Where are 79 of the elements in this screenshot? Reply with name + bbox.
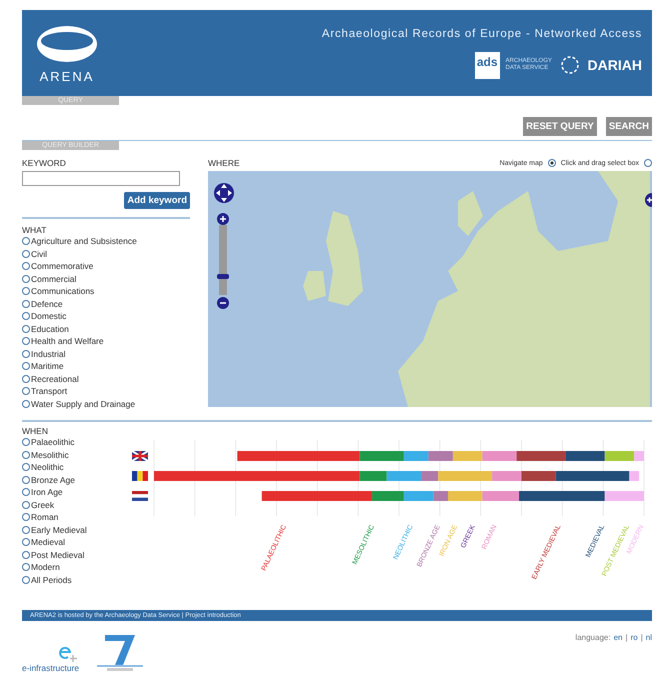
radio-button[interactable] [548,159,556,167]
dariah-logo: DARIAH [588,57,642,73]
keyword-label: KEYWORD [22,158,67,168]
radio-label: Commemorative [31,261,94,272]
radio-button[interactable] [22,287,30,296]
radio-button[interactable] [22,387,30,396]
radio-button[interactable] [22,337,30,346]
radio-button[interactable] [22,300,30,308]
radio-button[interactable] [22,438,30,446]
radio-label: Palaeolithic [31,437,74,448]
zoom-out-icon[interactable] [217,297,229,309]
radio-button[interactable] [22,526,30,534]
radio-button[interactable] [22,513,30,522]
language-link[interactable]: ro [630,633,638,642]
radio-label: Medieval [31,537,66,548]
radio-button[interactable] [22,500,30,509]
radio-label: Roman [31,512,58,522]
radio-label: Defence [31,298,63,309]
radio-button[interactable] [22,274,30,283]
radio-button[interactable] [22,237,30,246]
radio-button[interactable] [22,463,30,472]
radio-button[interactable] [22,550,30,559]
radio-label: Neolithic [31,462,64,472]
radio-button[interactable] [22,400,30,408]
radio-label: Civil [31,248,48,259]
radio-button[interactable] [22,374,30,383]
radio-button[interactable] [22,324,30,333]
radio-label: Health and Welfare [31,336,104,346]
radio-button[interactable] [644,159,652,167]
radio-button[interactable] [22,538,30,546]
site-title: Archaeological Records of Europe - Networked Access [322,28,642,40]
radio-label: Transport [31,386,68,396]
radio-button[interactable] [22,576,30,584]
zoom-handle[interactable] [217,274,229,279]
radio-label: Agriculture and Subsistence [31,236,137,246]
radio-button[interactable] [22,563,30,572]
radio-label: Domestic [31,311,66,322]
radio-label: Education [31,324,69,334]
language-separator: | [640,633,643,642]
radio-label: Bronze Age [31,474,75,485]
language-link[interactable]: nl [646,633,652,642]
radio-label: Post Medieval [31,550,84,560]
language-link[interactable]: en [614,633,622,642]
radio-button[interactable] [22,350,30,358]
radio-label: Communications [31,286,94,296]
expand-icon[interactable] [642,193,652,207]
radio-label: Commercial [31,274,76,284]
radio-label: Modern [31,562,60,572]
radio-label: Iron Age [31,487,63,498]
radio-label: Mesolithic [31,450,69,460]
fp7-logo-icon [95,633,146,673]
flag-icon [132,471,148,481]
keyword-input[interactable] [22,171,180,186]
radio-button[interactable] [22,362,30,370]
radio-label: Recreational [31,374,79,384]
radio-label: All Periods [31,574,72,585]
what-label: WHAT [22,225,48,235]
e-infrastructure-logo-text: e-infrastructure [22,663,80,673]
radio-button[interactable] [22,488,30,496]
radio-label: Early Medieval [31,524,87,535]
when-label: WHEN [22,426,49,436]
flag-icon [132,491,148,501]
radio-label: Water Supply and Drainage [31,398,136,409]
radio-label: Maritime [31,361,64,372]
add-keyword-button[interactable]: Add keyword [124,192,190,209]
where-label: WHERE [208,158,240,168]
radio-button[interactable] [22,250,30,258]
radio-label: Industrial [31,348,66,359]
logo-text: ARENA [40,68,94,84]
language-label: language: [575,633,611,642]
ads-logo: ads [474,52,500,78]
radio-button[interactable] [22,450,30,459]
zoom-in-icon[interactable] [217,213,229,225]
language-separator: | [625,633,628,642]
radio-label: Greek [31,500,54,510]
radio-button[interactable] [22,312,30,320]
flag-icon [132,450,150,462]
radio-button[interactable] [22,262,30,270]
radio-button[interactable] [22,476,30,484]
